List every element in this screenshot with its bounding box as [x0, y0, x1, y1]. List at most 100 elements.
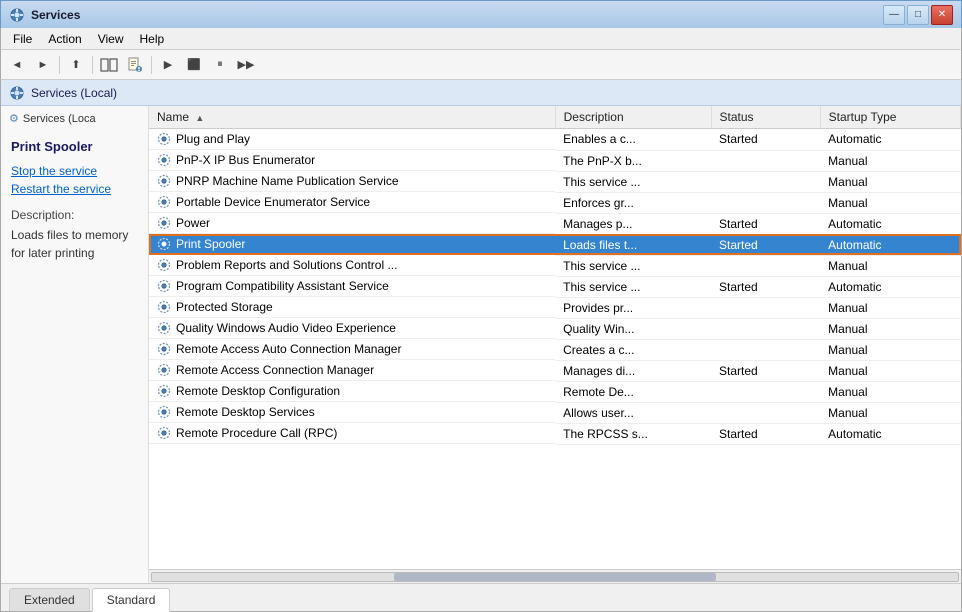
service-name-cell: Quality Windows Audio Video Experience — [149, 318, 555, 339]
show-hide-button[interactable] — [97, 54, 121, 76]
gear-icon — [157, 258, 171, 272]
table-row[interactable]: Remote Access Connection ManagerManages … — [149, 360, 961, 381]
forward-button[interactable]: ► — [31, 54, 55, 76]
col-description[interactable]: Description — [555, 106, 711, 129]
close-button[interactable]: ✕ — [931, 5, 953, 25]
table-row[interactable]: Protected StorageProvides pr...Manual — [149, 297, 961, 318]
service-name-cell: Protected Storage — [149, 297, 555, 318]
service-desc-cell: Quality Win... — [555, 318, 711, 339]
tab-standard[interactable]: Standard — [92, 588, 171, 612]
horizontal-scrollbar[interactable] — [149, 569, 961, 583]
restart-button[interactable]: ▶▶ — [234, 54, 258, 76]
window-controls: — □ ✕ — [883, 5, 953, 25]
service-name-text: Print Spooler — [176, 237, 245, 251]
services-table[interactable]: Name ▲ Description Status Startup Type P… — [149, 106, 961, 569]
gear-icon — [157, 279, 171, 293]
table-row[interactable]: Quality Windows Audio Video Experience Qu… — [149, 318, 961, 339]
service-info-panel: Print Spooler Stop the service Restart t… — [1, 131, 148, 583]
service-name-cell: Remote Access Connection Manager — [149, 360, 555, 381]
service-startup-cell: Manual — [820, 339, 960, 360]
properties-button[interactable] — [123, 54, 147, 76]
service-desc-cell: Manages di... — [555, 360, 711, 381]
service-desc-cell: Creates a c... — [555, 339, 711, 360]
table-row[interactable]: Remote Desktop ServicesAllows user...Man… — [149, 402, 961, 423]
service-status-cell: Started — [711, 276, 820, 297]
gear-icon — [157, 195, 171, 209]
service-name-cell: PNRP Machine Name Publication Service — [149, 171, 555, 192]
gear-icon — [157, 321, 171, 335]
service-name-text: PnP-X IP Bus Enumerator — [176, 153, 315, 167]
gear-icon — [157, 132, 171, 146]
scrollbar-thumb[interactable] — [394, 573, 716, 581]
service-name-text: Portable Device Enumerator Service — [176, 195, 370, 209]
menu-action[interactable]: Action — [40, 30, 89, 48]
menu-file[interactable]: File — [5, 30, 40, 48]
start-button[interactable]: ▶ — [156, 54, 180, 76]
service-desc-cell: Remote De... — [555, 381, 711, 402]
service-startup-cell: Manual — [820, 255, 960, 276]
table-row[interactable]: PowerManages p...StartedAutomatic — [149, 213, 961, 234]
gear-icon — [157, 342, 171, 356]
pause-button[interactable]: ⏸ — [208, 54, 232, 76]
service-startup-cell: Manual — [820, 192, 960, 213]
toolbar-sep-1 — [59, 56, 60, 74]
up-button[interactable]: ⬆ — [64, 54, 88, 76]
stop-button[interactable]: ⬛ — [182, 54, 206, 76]
table-row[interactable]: Remote Access Auto Connection Manager Cre… — [149, 339, 961, 360]
service-name-cell: Plug and Play — [149, 129, 555, 150]
service-status-cell: Started — [711, 423, 820, 444]
service-name-cell: PnP-X IP Bus Enumerator — [149, 150, 555, 171]
back-button[interactable]: ◄ — [5, 54, 29, 76]
menu-help[interactable]: Help — [132, 30, 173, 48]
service-startup-cell: Automatic — [820, 234, 960, 255]
service-startup-cell: Automatic — [820, 213, 960, 234]
service-status-cell — [711, 339, 820, 360]
table-row[interactable]: Remote Procedure Call (RPC) The RPCSS s..… — [149, 423, 961, 444]
table-row[interactable]: Program Compatibility Assistant ServiceT… — [149, 276, 961, 297]
service-status-cell: Started — [711, 360, 820, 381]
service-desc-cell: Loads files t... — [555, 234, 711, 255]
toolbar: ◄ ► ⬆ ▶ ⬛ ⏸ ▶▶ — [0, 50, 962, 80]
tree-item-services[interactable]: ⚙ Services (Loca — [5, 110, 144, 127]
maximize-button[interactable]: □ — [907, 5, 929, 25]
table-row[interactable]: Problem Reports and Solutions Control ..… — [149, 255, 961, 276]
col-status[interactable]: Status — [711, 106, 820, 129]
table-row[interactable]: Portable Device Enumerator Service Enforc… — [149, 192, 961, 213]
services-list: Plug and PlayEnables a c...StartedAutoma… — [149, 129, 961, 445]
table-row[interactable]: PnP-X IP Bus EnumeratorThe PnP-X b...Man… — [149, 150, 961, 171]
stop-service-link[interactable]: Stop the service — [11, 164, 138, 178]
service-desc-cell: The RPCSS s... — [555, 423, 711, 444]
service-name-text: Remote Procedure Call (RPC) — [176, 426, 337, 440]
restart-service-link[interactable]: Restart the service — [11, 182, 138, 196]
service-name-cell: Remote Desktop Services — [149, 402, 555, 423]
left-panel: ⚙ Services (Loca Print Spooler Stop the … — [1, 106, 149, 583]
service-desc-cell: Allows user... — [555, 402, 711, 423]
service-status-cell — [711, 402, 820, 423]
service-startup-cell: Manual — [820, 360, 960, 381]
table-row[interactable]: Remote Desktop ConfigurationRemote De...… — [149, 381, 961, 402]
service-desc-cell: Manages p... — [555, 213, 711, 234]
table-header-row: Name ▲ Description Status Startup Type — [149, 106, 961, 129]
table-row[interactable]: PNRP Machine Name Publication ServiceThi… — [149, 171, 961, 192]
service-name-text: Remote Access Auto Connection Manager — [176, 342, 401, 356]
window-title: Services — [31, 8, 883, 22]
gear-icon — [157, 426, 171, 440]
service-name-cell: Program Compatibility Assistant Service — [149, 276, 555, 297]
service-name-text: Quality Windows Audio Video Experience — [176, 321, 396, 335]
service-name-cell: Power — [149, 213, 555, 234]
table-row[interactable]: Plug and PlayEnables a c...StartedAutoma… — [149, 129, 961, 151]
service-desc-cell: This service ... — [555, 276, 711, 297]
col-startup[interactable]: Startup Type — [820, 106, 960, 129]
right-panel: Name ▲ Description Status Startup Type P… — [149, 106, 961, 583]
service-desc-cell: Enforces gr... — [555, 192, 711, 213]
service-startup-cell: Automatic — [820, 276, 960, 297]
service-name-cell: Problem Reports and Solutions Control ..… — [149, 255, 555, 276]
table-row[interactable]: Print SpoolerLoads files t...StartedAuto… — [149, 234, 961, 255]
service-startup-cell: Manual — [820, 318, 960, 339]
tab-extended[interactable]: Extended — [9, 588, 90, 611]
service-startup-cell: Manual — [820, 381, 960, 402]
menu-view[interactable]: View — [90, 30, 132, 48]
col-name[interactable]: Name ▲ — [149, 106, 555, 129]
service-startup-cell: Manual — [820, 171, 960, 192]
minimize-button[interactable]: — — [883, 5, 905, 25]
